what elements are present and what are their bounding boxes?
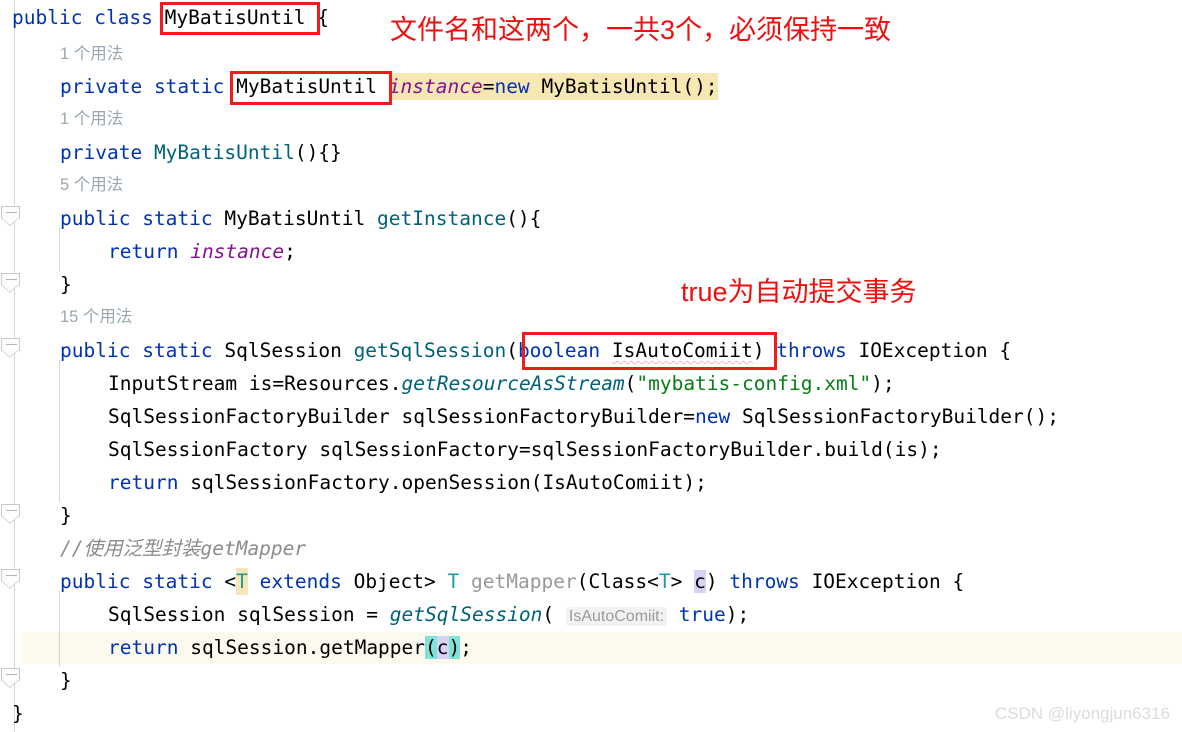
code-line-3: private MyBatisUntil(){} [60,141,342,164]
token-field-instance: instance [190,240,285,263]
token-method-build: build [824,438,883,461]
token-keyword-static: static [142,339,213,362]
token-keyword-class: class [94,6,153,29]
code-line-4: public static MyBatisUntil getInstance()… [60,207,542,230]
token-keyword-true: true [678,603,726,626]
token-keyword-extends: extends [259,570,342,593]
code-line-2: private static MyBatisUntil instance=new… [60,73,718,100]
token-var-sqlsessionfactory: sqlSessionFactory [190,471,390,494]
code-line-14: public static <T extends Object> T getMa… [60,568,965,595]
token-var-sqlsession: sqlSession [237,603,355,626]
token-generic-t: T [447,570,460,593]
token-method-opensession: openSession [401,471,531,494]
code-line-12: } [60,504,72,527]
brace-match-open: ( [425,636,437,659]
token-type-mybatisuntil: MyBatisUntil [164,6,306,29]
token-type-sqlsessionfactorybuilder: SqlSessionFactoryBuilder [742,405,1024,428]
usage-hint-4[interactable]: 15 个用法 [60,304,132,330]
annotation-class-name-consistency: 文件名和这两个，一共3个，必须保持一致 [390,15,892,45]
code-line-18: } [12,702,24,725]
token-arg-c: c [436,636,449,659]
token-var-sqlsessionfactorybuilder: sqlSessionFactoryBuilder [401,405,684,428]
token-generic-t: T [236,568,248,595]
code-content[interactable]: public class MyBatisUntil { 1 个用法 privat… [0,0,1182,732]
token-type-ioexception: IOException [811,570,941,593]
token-method-getresourceasstream: getResourceAsStream [401,372,625,395]
code-line-15: SqlSession sqlSession = getSqlSession( I… [108,603,750,626]
token-method-getinstance: getInstance [377,207,507,230]
code-editor[interactable]: public class MyBatisUntil { 1 个用法 privat… [0,0,1182,732]
token-keyword-throws: throws [776,339,847,362]
token-method-getsqlsession: getSqlSession [353,339,507,362]
token-type-ioexception: IOException [858,339,988,362]
token-keyword-throws: throws [729,570,800,593]
token-var-is: is [248,372,273,395]
token-type-sqlsession: SqlSession [108,603,226,626]
token-keyword-new: new [695,405,731,428]
token-keyword-return: return [108,240,179,263]
token-keyword-static: static [142,207,213,230]
token-keyword-return: return [108,636,179,659]
token-type-object: Object [353,570,425,593]
token-method-getmapper: getMapper [319,636,426,659]
token-keyword-public: public [60,207,131,230]
token-type-mybatisuntil: MyBatisUntil [224,207,366,230]
token-generic-t: T [658,570,671,593]
code-line-5: return instance; [108,240,296,263]
token-string-config: "mybatis-config.xml" [636,372,872,395]
inlay-param-hint-isautocomiit[interactable]: IsAutoComiit: [565,607,668,626]
code-line-16: return sqlSession.getMapper(c); [108,636,473,659]
token-type-mybatisuntil: MyBatisUntil [236,75,378,98]
token-constructor-mybatisuntil: MyBatisUntil [153,141,295,164]
token-keyword-public: public [60,570,131,593]
token-type-mybatisuntil: MyBatisUntil [541,75,683,98]
brace-match-close: ) [448,636,461,659]
annotation-autocommit: true为自动提交事务 [681,277,917,307]
token-keyword-new: new [494,75,530,98]
code-line-13-comment: //使用泛型封装getMapper [60,537,307,560]
token-type-class: Class [588,570,648,593]
code-line-9: SqlSessionFactoryBuilder sqlSessionFacto… [108,405,1060,428]
code-line-17: } [60,669,72,692]
token-var-sqlsessionfactorybuilder: sqlSessionFactoryBuilder [530,438,813,461]
token-keyword-static: static [142,570,213,593]
token-type-sqlsessionfactorybuilder: SqlSessionFactoryBuilder [108,405,390,428]
token-type-sqlsessionfactory: SqlSessionFactory [108,438,308,461]
token-keyword-public: public [12,6,83,29]
code-line-7: public static SqlSession getSqlSession(b… [60,339,1012,362]
token-keyword-private: private [60,75,143,98]
token-param-isautocomiit: IsAutoComiit [542,471,684,494]
token-type-sqlsession: SqlSession [224,339,342,362]
token-field-instance: instance [388,75,483,98]
usage-hint-1[interactable]: 1 个用法 [60,41,123,67]
token-param-isautocomiit: IsAutoComiit [611,339,753,362]
token-keyword-boolean: boolean [517,339,601,362]
code-line-10: SqlSessionFactory sqlSessionFactory=sqlS… [108,438,942,461]
token-var-sqlsession: sqlSession [190,636,308,659]
token-keyword-public: public [60,339,131,362]
code-line-8: InputStream is=Resources.getResourceAsSt… [108,372,895,395]
token-type-inputstream: InputStream [108,372,238,395]
token-var-sqlsessionfactory: sqlSessionFactory [319,438,519,461]
code-line-11: return sqlSessionFactory.openSession(IsA… [108,471,707,494]
token-keyword-return: return [108,471,179,494]
token-type-resources: Resources [284,372,390,395]
token-keyword-private: private [60,141,143,164]
watermark-csdn: CSDN @liyongjun6316 [994,704,1170,723]
code-line-1: public class MyBatisUntil { [12,6,330,29]
token-method-getsqlsession: getSqlSession [389,603,543,626]
token-param-c: c [694,570,706,593]
token-var-is: is [894,438,919,461]
code-line-6: } [60,273,72,296]
token-keyword-static: static [153,75,225,98]
token-method-getmapper: getMapper [471,570,577,593]
usage-hint-3[interactable]: 5 个用法 [60,172,123,198]
usage-hint-2[interactable]: 1 个用法 [60,106,123,132]
